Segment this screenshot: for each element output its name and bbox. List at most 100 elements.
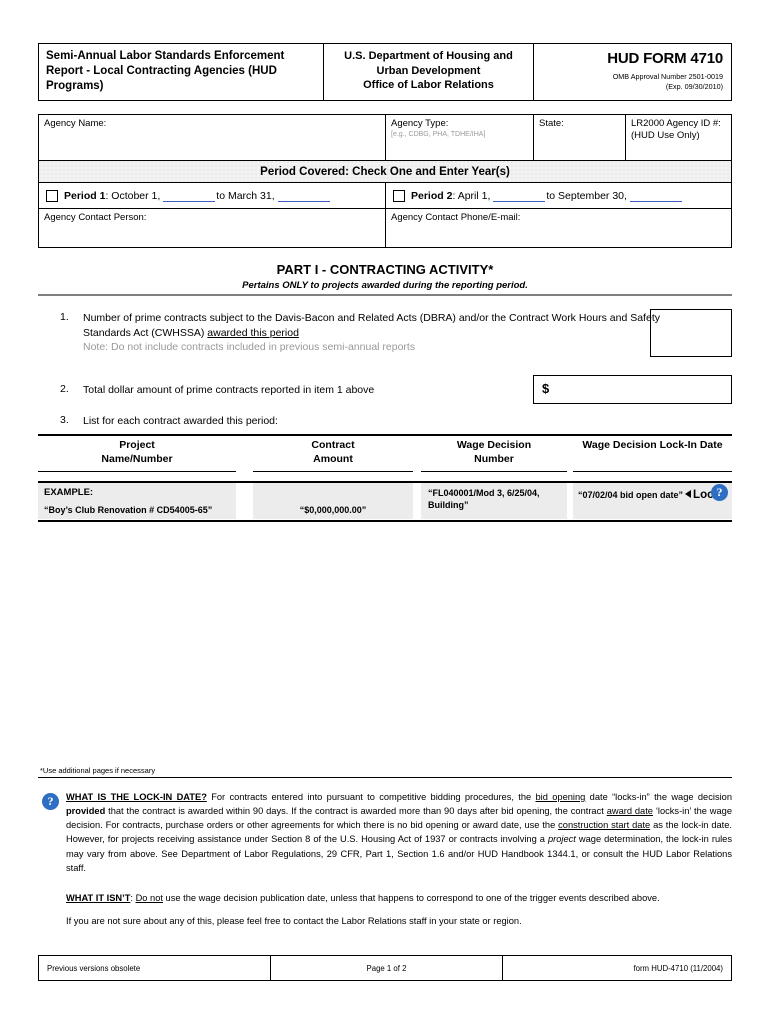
part-1-divider: [38, 294, 732, 296]
example-label: EXAMPLE:: [44, 487, 94, 498]
agency-type-hint: [e.g., CDBG, PHA, TDHE/IHA]: [391, 131, 486, 139]
column-header-amount-line1: Contract: [311, 439, 355, 451]
item-1-note: Note: Do not include contracts included …: [83, 341, 416, 353]
form-title: Semi-Annual Labor Standards Enforcement …: [39, 44, 324, 100]
state-label: State:: [539, 118, 564, 129]
agency-contact-row: Agency Contact Person: Agency Contact Ph…: [39, 209, 731, 247]
column-rule-wage: [421, 471, 567, 473]
contract-table-top-rule: [38, 434, 732, 436]
help-icon[interactable]: ?: [42, 793, 59, 810]
lr2000-label: LR2000 Agency ID #:: [631, 118, 721, 129]
lock-in-body-project: project: [547, 834, 576, 845]
form-number-block: HUD FORM 4710 OMB Approval Number 2501-0…: [534, 44, 731, 100]
item-1-number: 1.: [60, 311, 69, 323]
agency-name-field[interactable]: Agency Name:: [39, 115, 386, 160]
column-header-project: Project Name/Number: [38, 439, 236, 467]
what-it-isnt-heading: WHAT IT ISN’T: [66, 892, 131, 903]
period-1-label: Period 1: [64, 189, 106, 202]
left-arrow-icon: [685, 490, 692, 498]
lock-in-body-provided: provided: [66, 806, 106, 817]
page-footer: Previous versions obsolete Page 1 of 2 f…: [38, 955, 732, 981]
contact-person-label: Agency Contact Person:: [44, 212, 147, 223]
agency-name-label: Agency Name:: [44, 118, 107, 129]
lock-in-body-bid-opening: bid opening: [535, 792, 586, 802]
period-2-checkbox[interactable]: [393, 189, 405, 202]
item-2-amount-input[interactable]: $: [533, 375, 732, 404]
part-1-title: PART I - CONTRACTING ACTIVITY*: [276, 262, 494, 277]
column-header-lockin-line1: Wage Decision Lock-In Date: [582, 439, 723, 451]
omb-approval: OMB Approval Number 2501-0019 (Exp. 09/3…: [541, 72, 723, 93]
department-block: U.S. Department of Housing and Urban Dev…: [324, 44, 534, 100]
example-row-bottom-rule: [38, 520, 732, 522]
example-project-value: “Boy’s Club Renovation # CD54005-65”: [44, 505, 213, 515]
department-line-1: U.S. Department of Housing and: [344, 50, 513, 62]
period-2-start-year-input[interactable]: [493, 190, 546, 202]
department-line-3: Office of Labor Relations: [363, 79, 494, 92]
column-header-wage-decision-number: Wage Decision Number: [421, 439, 567, 467]
column-header-amount-line2: Amount: [313, 452, 353, 465]
item-1-text: Number of prime contracts subject to the…: [83, 311, 673, 341]
lock-in-date-explanation: WHAT IS THE LOCK-IN DATE? For contracts …: [66, 790, 732, 928]
period-2-start-text: : April 1,: [452, 189, 491, 202]
additional-pages-footnote: *Use additional pages if necessary: [40, 766, 156, 775]
omb-number: OMB Approval Number 2501-0019: [612, 72, 723, 81]
period-1-start-text: : October 1,: [105, 189, 161, 202]
period-covered-banner: Period Covered: Check One and Enter Year…: [39, 161, 731, 183]
lock-in-body-c: date “locks-in” the wage decision: [585, 792, 732, 802]
item-3-text: List for each contract awarded this peri…: [83, 415, 278, 427]
currency-symbol: $: [542, 381, 550, 396]
item-3-number: 3.: [60, 414, 69, 426]
period-1-checkbox[interactable]: [46, 189, 58, 202]
example-lock-in-value: “07/02/04 bid open date” Lock: [578, 489, 720, 501]
state-field[interactable]: State:: [534, 115, 626, 160]
item-2-text: Total dollar amount of prime contracts r…: [83, 384, 375, 396]
contact-phone-field[interactable]: Agency Contact Phone/E-mail:: [386, 209, 731, 247]
agency-type-field[interactable]: Agency Type: [e.g., CDBG, PHA, TDHE/IHA]: [386, 115, 534, 160]
column-header-project-line1: Project: [119, 439, 155, 451]
form-header: Semi-Annual Labor Standards Enforcement …: [38, 43, 732, 101]
footer-page-number: Page 1 of 2: [271, 956, 503, 980]
contact-person-field[interactable]: Agency Contact Person:: [39, 209, 386, 247]
example-lock-in-date: “07/02/04 bid open date”: [578, 490, 684, 500]
column-header-wage-line1: Wage Decision: [456, 439, 532, 451]
column-header-contract-amount: Contract Amount: [253, 439, 413, 467]
column-header-wage-line2: Number: [474, 452, 514, 465]
column-header-project-line2: Name/Number: [101, 452, 173, 465]
form-number: HUD FORM 4710: [607, 50, 723, 67]
lr2000-sublabel: (HUD Use Only): [631, 130, 700, 142]
footer-form-id: form HUD-4710 (11/2004): [633, 963, 723, 973]
item-1-text-main: Number of prime contracts subject to the…: [83, 312, 660, 339]
lock-in-body-a: For contracts entered into pursuant to c…: [206, 792, 536, 802]
omb-expiration: (Exp. 09/30/2010): [665, 82, 723, 92]
lock-in-body-construction-start: construction start date: [558, 820, 651, 831]
agency-identity-row: Agency Name: Agency Type: [e.g., CDBG, P…: [39, 115, 731, 161]
period-1-end-text: to March 31,: [216, 189, 275, 202]
footer-previous-versions: Previous versions obsolete: [39, 956, 271, 980]
lock-in-heading: WHAT IS THE LOCK-IN DATE?: [66, 792, 207, 802]
column-rule-project: [38, 471, 236, 473]
part-1-subtitle: Pertains ONLY to projects awarded during…: [242, 280, 528, 291]
period-selection-row: Period 1 : October 1, to March 31, Perio…: [39, 183, 731, 209]
example-amount-value: “$0,000,000.00”: [299, 505, 367, 515]
period-2-label: Period 2: [411, 189, 453, 202]
lock-in-body-award-date: award date: [606, 806, 653, 817]
period-1-option[interactable]: Period 1 : October 1, to March 31,: [39, 183, 386, 208]
footnote-divider: [38, 777, 732, 779]
column-header-lock-in-date: Wage Decision Lock-In Date: [573, 439, 732, 453]
lr2000-agency-id-field[interactable]: LR2000 Agency ID #: (HUD Use Only): [626, 115, 731, 160]
column-rule-amount: [253, 471, 413, 473]
item-1-text-emphasis: awarded this period: [207, 326, 299, 339]
contact-phone-label: Agency Contact Phone/E-mail:: [391, 212, 521, 223]
period-2-end-year-input[interactable]: [629, 190, 682, 202]
period-1-start-year-input[interactable]: [163, 190, 216, 202]
help-icon[interactable]: ?: [711, 484, 728, 501]
period-2-option[interactable]: Period 2 : April 1, to September 30,: [386, 183, 731, 208]
department-line-2: Urban Development: [376, 64, 481, 77]
period-1-end-year-input[interactable]: [277, 190, 330, 202]
agency-type-label: Agency Type:: [391, 118, 449, 129]
item-1-count-input[interactable]: [650, 309, 732, 357]
example-wage-decision-value: “FL040001/Mod 3, 6/25/04, Building”: [428, 488, 540, 511]
closing-paragraph: If you are not sure about any of this, p…: [66, 915, 522, 926]
what-it-isnt-c: use the wage decision publication date, …: [162, 892, 660, 903]
column-rule-lockin: [573, 471, 732, 473]
